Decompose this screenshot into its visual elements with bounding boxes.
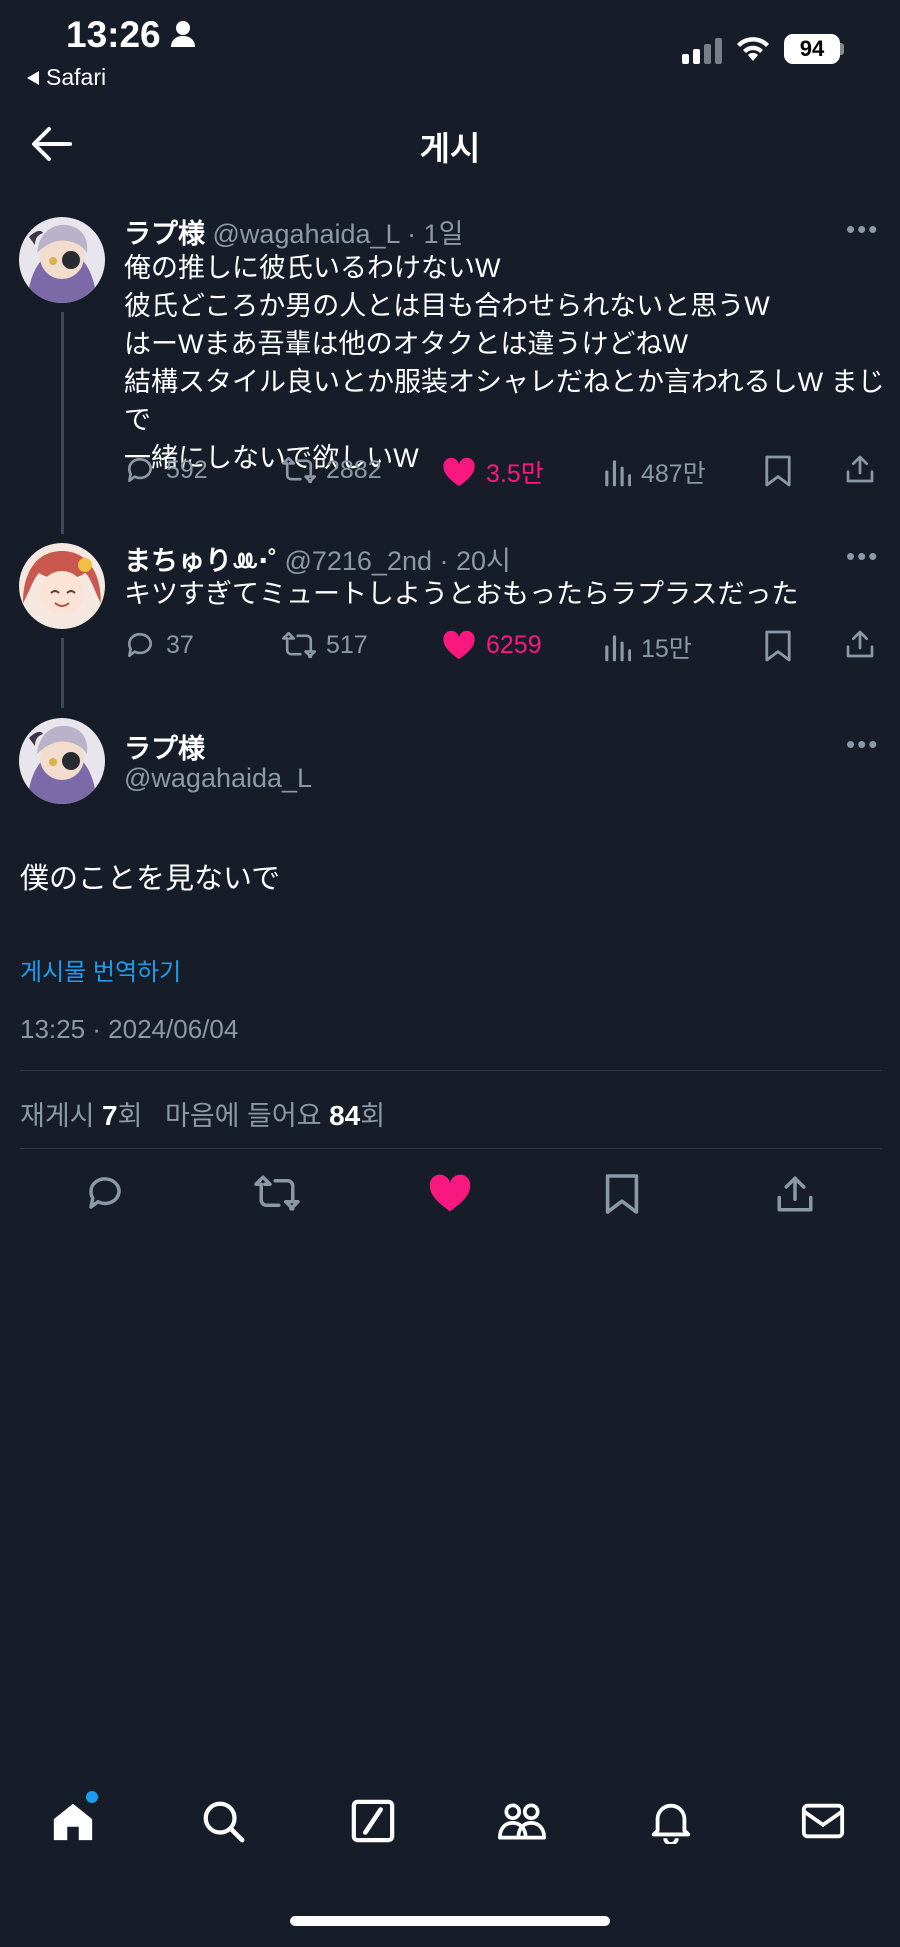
back-to-app-link[interactable]: Safari bbox=[26, 64, 106, 91]
like-count: 3.5만 bbox=[486, 460, 544, 488]
author-handle[interactable]: @wagahaida_L bbox=[124, 763, 312, 794]
avatar[interactable] bbox=[19, 718, 105, 804]
repost-icon bbox=[282, 631, 316, 659]
meta-separator: · bbox=[407, 219, 424, 249]
more-icon[interactable]: ••• bbox=[846, 541, 879, 572]
grok-icon[interactable] bbox=[350, 1798, 396, 1844]
views-icon bbox=[605, 460, 631, 487]
reply-count: 592 bbox=[166, 455, 208, 484]
like-stat[interactable]: 마음에 들어요 84회 bbox=[165, 1100, 386, 1131]
repost-stat-label: 재게시 bbox=[20, 1101, 95, 1131]
post-text: 俺の推しに彼氏いるわけないW 彼氏どころか男の人とは目も合わせられないと思うW … bbox=[124, 249, 900, 477]
post-time: 1일 bbox=[423, 219, 464, 249]
post-meta: ラプ様 @wagahaida_L · 1일 bbox=[124, 212, 463, 251]
reply-count: 37 bbox=[166, 630, 194, 659]
like-button[interactable]: 6259 bbox=[442, 629, 542, 661]
post-text-line: 彼氏どころか男の人とは目も合わせられないと思うW bbox=[124, 291, 770, 321]
reply-icon bbox=[127, 457, 152, 482]
divider bbox=[20, 1148, 882, 1149]
translate-link[interactable]: 게시물 번역하기 bbox=[20, 952, 181, 987]
engagement-stats: 재게시 7회 마음에 들어요 84회 bbox=[20, 1094, 385, 1133]
views-icon bbox=[605, 635, 631, 662]
repost-button[interactable]: 2882 bbox=[282, 454, 382, 486]
like-count: 6259 bbox=[486, 630, 542, 659]
repost-count: 517 bbox=[326, 630, 368, 659]
battery-nub bbox=[840, 43, 844, 55]
notifications-icon[interactable] bbox=[648, 1798, 694, 1844]
divider bbox=[20, 1070, 882, 1071]
back-triangle-icon bbox=[27, 70, 39, 85]
page-title: 게시 bbox=[419, 130, 481, 167]
search-icon[interactable] bbox=[200, 1798, 246, 1844]
repost-icon bbox=[282, 456, 316, 484]
author-name[interactable]: ラプ様 bbox=[124, 219, 205, 249]
status-time: 13:26 bbox=[66, 14, 161, 55]
share-icon[interactable] bbox=[844, 627, 876, 661]
views-count: 487만 bbox=[641, 460, 706, 488]
home-indicator bbox=[290, 1916, 610, 1926]
repost-count: 2882 bbox=[326, 455, 382, 484]
post-text-line: はーWまあ吾輩は他のオタクとは違うけどねW bbox=[124, 329, 688, 359]
heart-icon bbox=[443, 457, 475, 487]
share-icon[interactable] bbox=[774, 1172, 816, 1216]
messages-icon[interactable] bbox=[800, 1798, 846, 1844]
post-text: 僕のことを見ないで bbox=[20, 863, 281, 895]
heart-icon[interactable] bbox=[428, 1172, 472, 1214]
post-text-line: 結構スタイル良いとか服装オシャレだねとか言われるしW まじで bbox=[124, 367, 885, 435]
more-icon[interactable]: ••• bbox=[846, 729, 879, 760]
like-stat-label: 마음에 들어요 bbox=[165, 1101, 322, 1131]
share-icon[interactable] bbox=[844, 452, 876, 486]
thread-line bbox=[61, 312, 64, 534]
repost-button[interactable]: 517 bbox=[282, 629, 368, 661]
post-timestamp: 13:25 · 2024/06/04 bbox=[20, 1014, 239, 1044]
like-button[interactable]: 3.5만 bbox=[442, 454, 544, 490]
reply-button[interactable]: 37 bbox=[124, 629, 194, 661]
person-icon bbox=[170, 20, 196, 48]
signal-icon bbox=[682, 38, 724, 64]
like-stat-count: 84 bbox=[329, 1100, 361, 1131]
post-text-line: キツすぎてミュートしようとおもったらラプラスだった bbox=[124, 579, 799, 609]
bookmark-icon[interactable] bbox=[604, 1172, 640, 1216]
reply-icon[interactable] bbox=[84, 1172, 126, 1214]
reply-button[interactable]: 592 bbox=[124, 454, 208, 486]
author-name[interactable]: まちゅりꔛ‧˚ bbox=[124, 546, 277, 576]
reply-icon bbox=[127, 632, 152, 657]
repost-stat[interactable]: 재게시 7회 bbox=[20, 1100, 150, 1131]
thread-line bbox=[61, 638, 64, 708]
meta-separator: · bbox=[439, 546, 457, 576]
bookmark-icon[interactable] bbox=[764, 454, 792, 488]
bookmark-icon[interactable] bbox=[764, 629, 792, 663]
post-text-line: 俺の推しに彼氏いるわけないW bbox=[124, 253, 501, 283]
views-count: 15만 bbox=[641, 635, 692, 663]
repost-icon[interactable] bbox=[254, 1172, 300, 1214]
notification-dot bbox=[86, 1791, 98, 1803]
communities-icon[interactable] bbox=[498, 1798, 546, 1844]
author-handle[interactable]: @7216_2nd bbox=[284, 546, 432, 576]
battery-indicator: 94 bbox=[784, 34, 840, 64]
back-app-label: Safari bbox=[46, 64, 107, 90]
repost-stat-count: 7 bbox=[102, 1100, 118, 1131]
heart-icon bbox=[443, 630, 475, 660]
author-name[interactable]: ラプ様 bbox=[124, 727, 205, 766]
post-time: 20시 bbox=[456, 546, 511, 576]
repost-stat-unit: 회 bbox=[117, 1101, 143, 1131]
avatar[interactable] bbox=[19, 217, 105, 303]
like-stat-unit: 회 bbox=[360, 1101, 386, 1131]
post-text: キツすぎてミュートしようとおもったらラプラスだった bbox=[124, 575, 798, 613]
wifi-icon bbox=[735, 34, 771, 62]
post-meta: まちゅりꔛ‧˚ @7216_2nd · 20시 bbox=[124, 539, 511, 578]
avatar[interactable] bbox=[19, 543, 105, 629]
views-button[interactable]: 15만 bbox=[603, 629, 692, 665]
home-icon[interactable] bbox=[50, 1798, 96, 1844]
views-button[interactable]: 487만 bbox=[603, 454, 706, 490]
more-icon[interactable]: ••• bbox=[846, 214, 879, 245]
author-handle[interactable]: @wagahaida_L bbox=[213, 219, 400, 249]
